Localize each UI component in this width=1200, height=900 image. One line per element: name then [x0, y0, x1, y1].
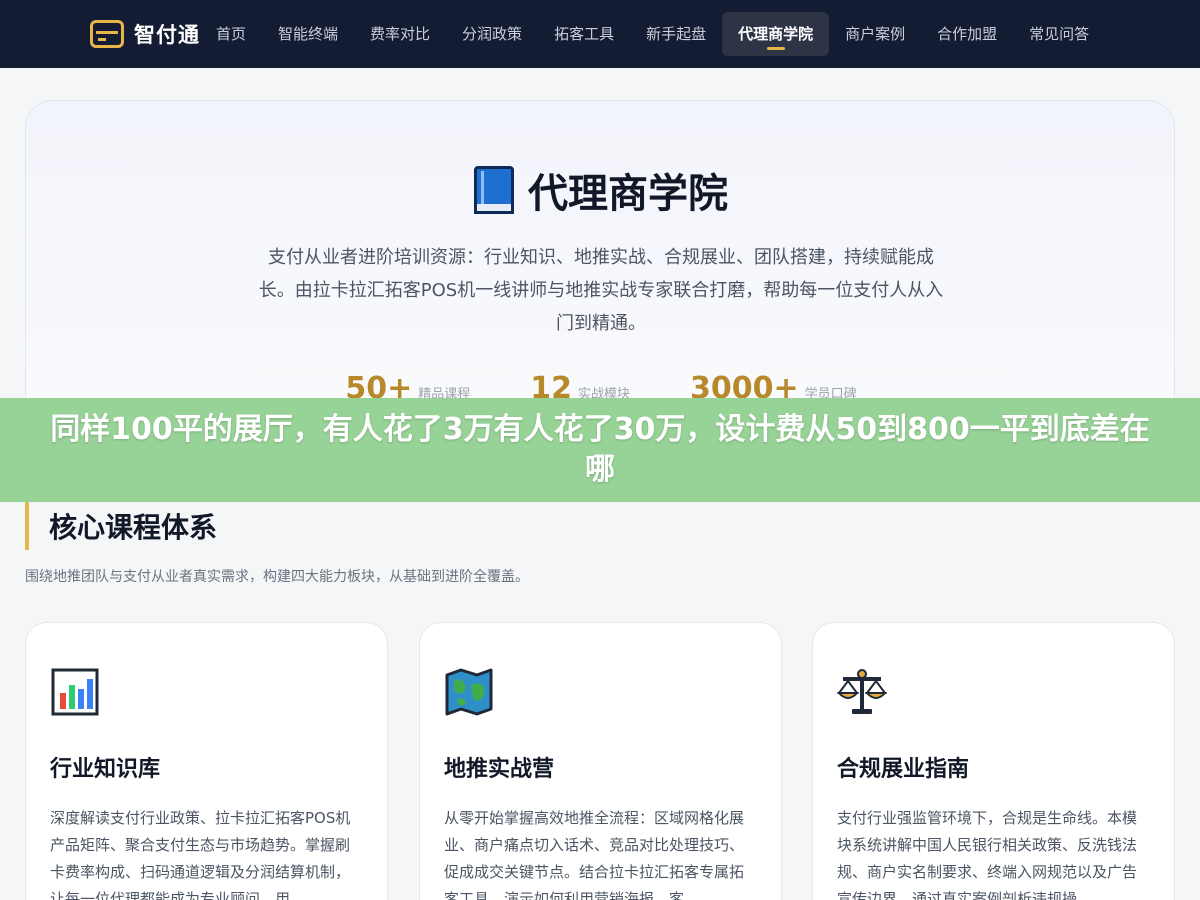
overlay-headline: 同样100平的展厅，有人花了3万有人花了30万，设计费从50到800一平到底差在…	[50, 412, 1150, 487]
course-card-industry[interactable]: 行业知识库 深度解读支付行业政策、拉卡拉汇拓客POS机产品矩阵、聚合支付生态与市…	[25, 622, 388, 900]
logo-text: 智付通	[134, 23, 200, 47]
bar-chart-icon	[51, 668, 99, 716]
book-icon	[474, 166, 514, 214]
section-subtitle: 围绕地推团队与支付从业者真实需求，构建四大能力板块，从基础到进阶全覆盖。	[25, 569, 529, 585]
top-navbar: 智付通 首页 智能终端 费率对比 分润政策 拓客工具 新手起盘 代理商学院 商户…	[0, 0, 1200, 68]
scales-icon	[836, 669, 888, 714]
card-description: 从零开始掌握高效地推全流程：区域网格化展业、商户痛点切入话术、竞品对比处理技巧、…	[444, 809, 745, 900]
nav-item-smart-terminal[interactable]: 智能终端	[262, 12, 354, 56]
hero-description: 支付从业者进阶培训资源：行业知识、地推实战、合规展业、团队搭建，持续赋能成长。由…	[258, 247, 944, 334]
card-logo-icon	[90, 20, 124, 48]
card-title: 合规展业指南	[837, 757, 970, 782]
nav-item-faq[interactable]: 常见问答	[1013, 12, 1105, 56]
headline-overlay-banner[interactable]: 同样100平的展厅，有人花了3万有人花了30万，设计费从50到800一平到底差在…	[0, 398, 1200, 502]
main-nav: 首页 智能终端 费率对比 分润政策 拓客工具 新手起盘 代理商学院 商户案例 合…	[200, 12, 1105, 56]
nav-item-join[interactable]: 合作加盟	[921, 12, 1013, 56]
nav-item-beginner[interactable]: 新手起盘	[630, 12, 722, 56]
nav-item-home[interactable]: 首页	[200, 12, 262, 56]
nav-item-rate-compare[interactable]: 费率对比	[354, 12, 446, 56]
card-description: 深度解读支付行业政策、拉卡拉汇拓客POS机产品矩阵、聚合支付生态与市场趋势。掌握…	[50, 809, 351, 900]
page-title: 代理商学院	[528, 171, 728, 217]
section-heading: 核心课程体系	[25, 502, 217, 550]
nav-item-academy[interactable]: 代理商学院	[722, 12, 830, 56]
nav-item-cases[interactable]: 商户案例	[829, 12, 921, 56]
nav-item-profit-policy[interactable]: 分润政策	[446, 12, 538, 56]
course-card-compliance[interactable]: 合规展业指南 支付行业强监管环境下，合规是生命线。本模块系统讲解中国人民银行相关…	[812, 622, 1175, 900]
nav-item-tools[interactable]: 拓客工具	[538, 12, 630, 56]
card-description: 支付行业强监管环境下，合规是生命线。本模块系统讲解中国人民银行相关政策、反洗钱法…	[837, 809, 1138, 900]
course-card-field-sales[interactable]: 地推实战营 从零开始掌握高效地推全流程：区域网格化展业、商户痛点切入话术、竞品对…	[419, 622, 782, 900]
hero-title-row: 代理商学院	[26, 161, 1176, 219]
map-icon	[445, 668, 493, 716]
card-title: 地推实战营	[444, 757, 555, 782]
section-title: 核心课程体系	[49, 511, 218, 544]
card-title: 行业知识库	[50, 757, 161, 782]
logo[interactable]: 智付通	[90, 17, 200, 51]
